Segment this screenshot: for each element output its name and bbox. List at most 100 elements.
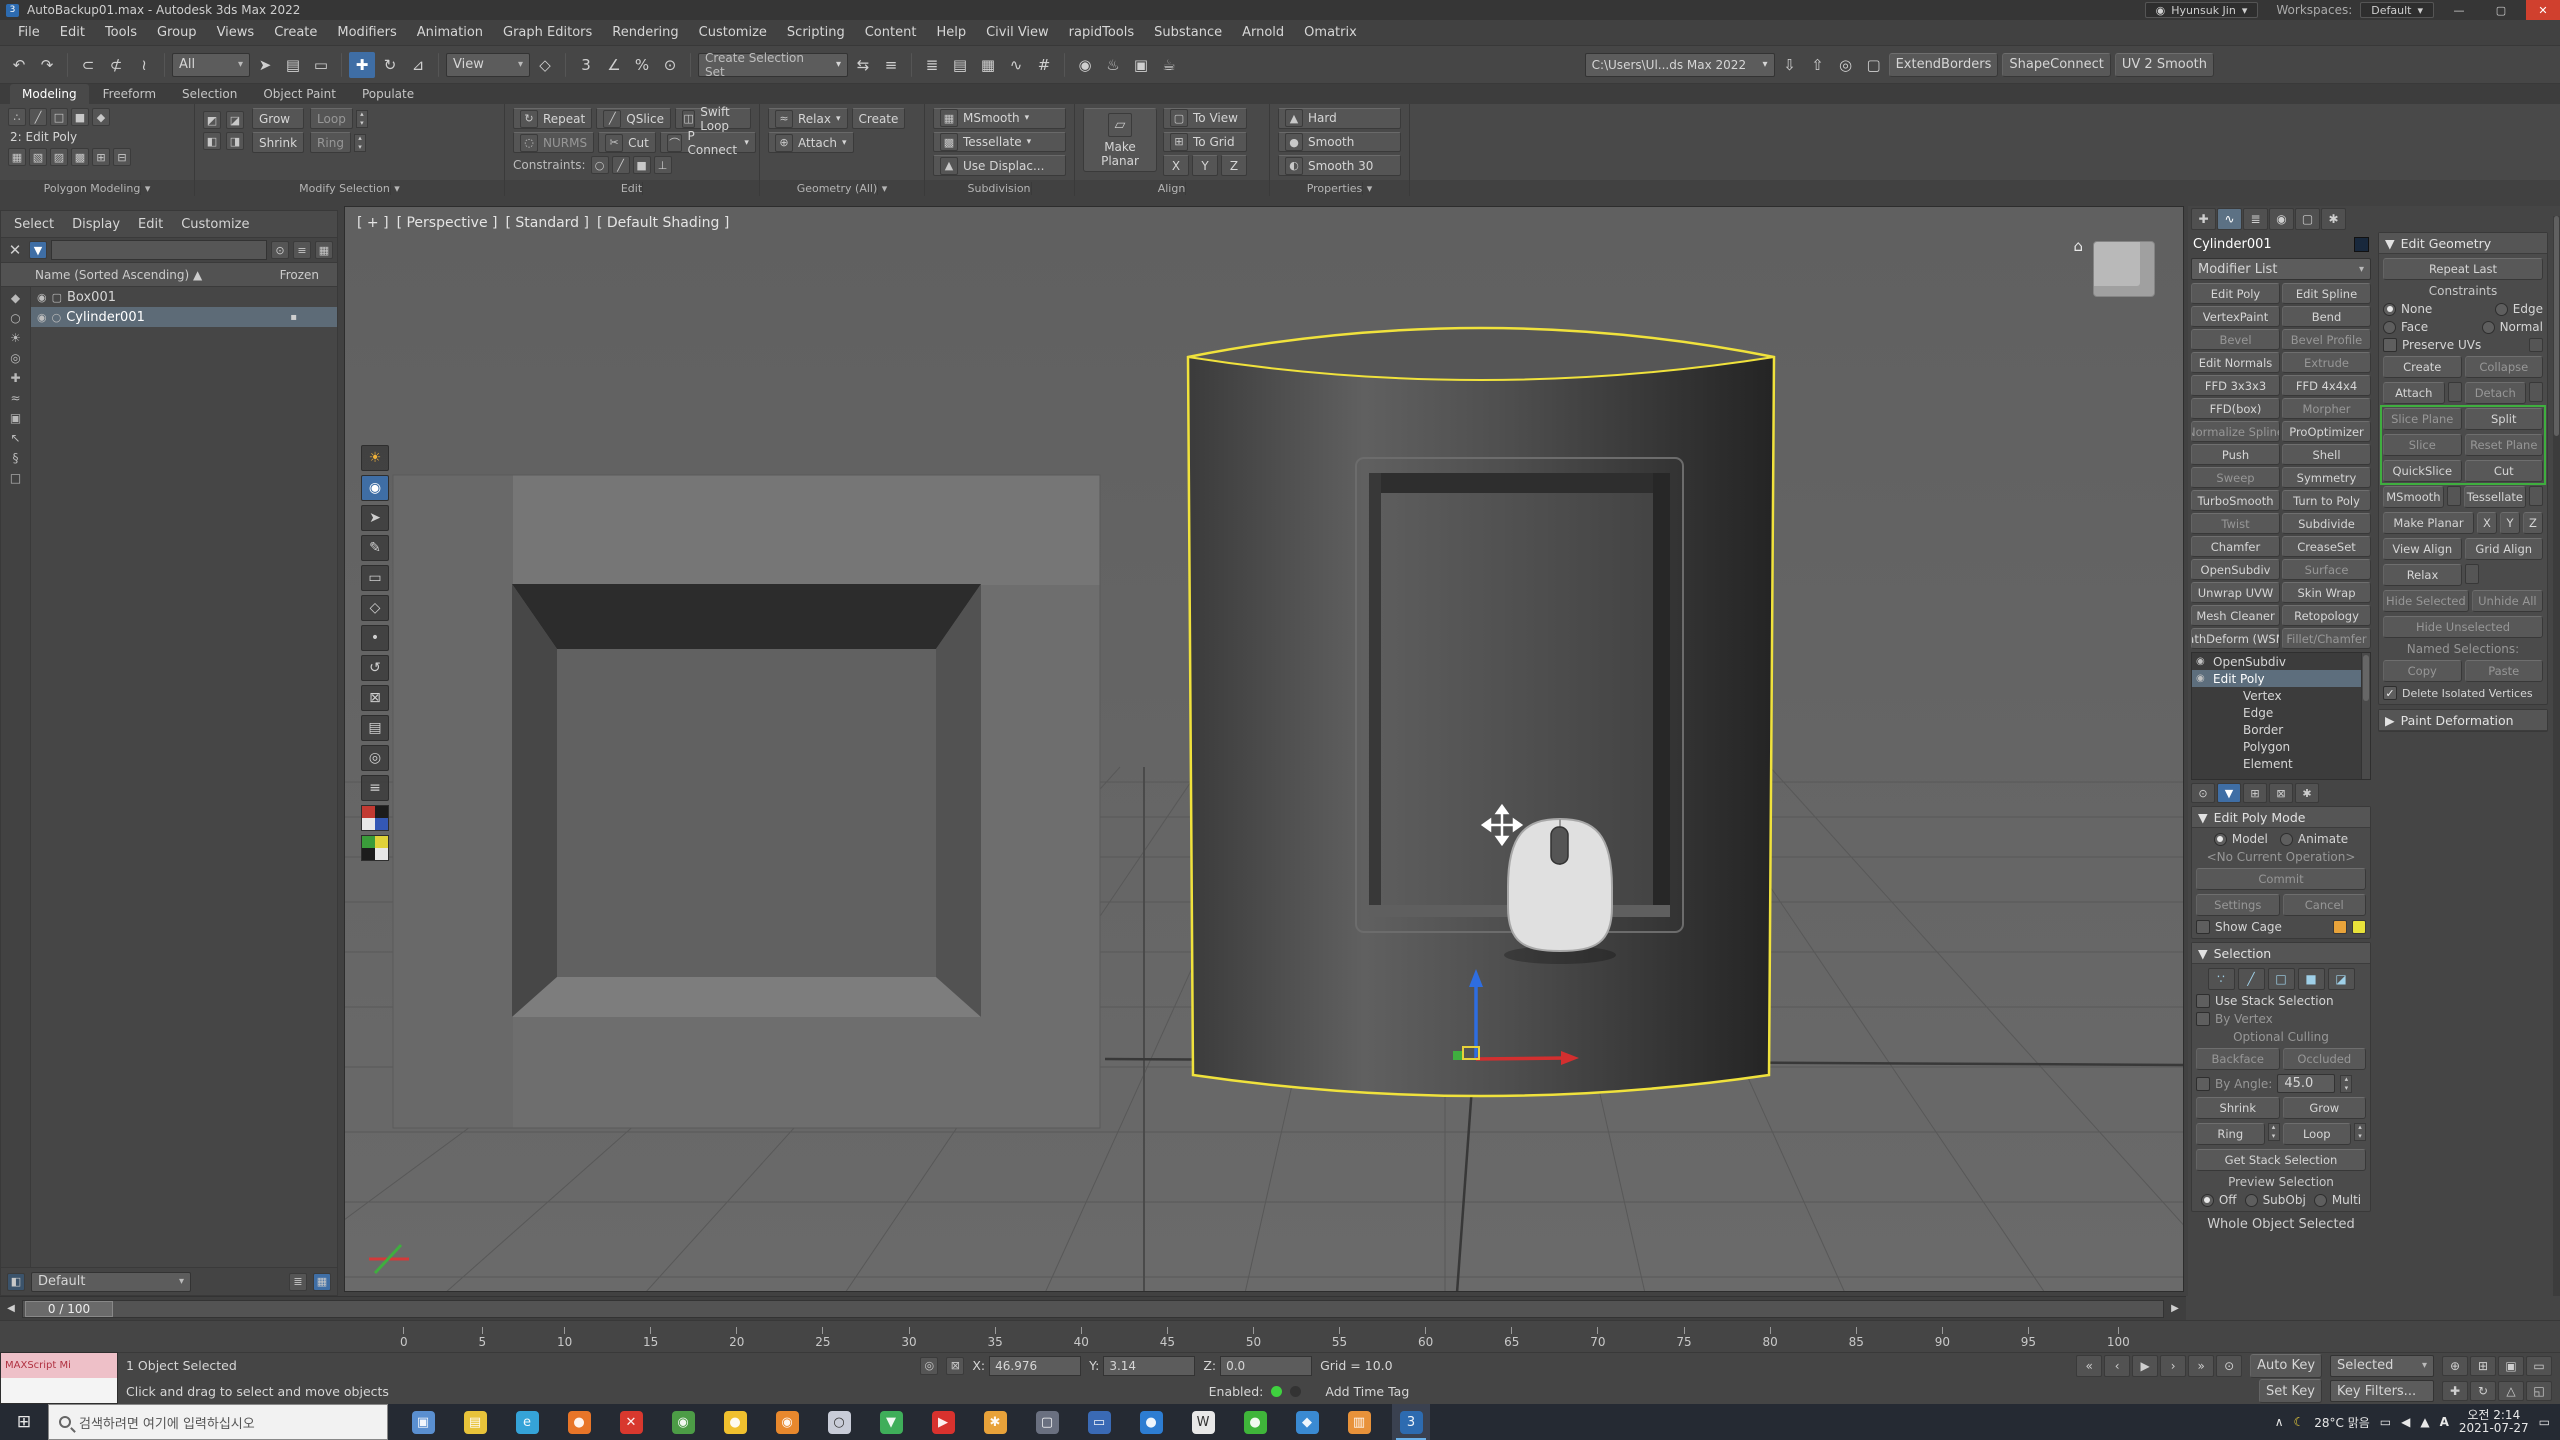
filter-shapes-icon[interactable]: ○ <box>6 309 26 327</box>
display-tab-icon[interactable]: ▢ <box>2295 208 2320 230</box>
tessellate-settings-box[interactable] <box>2529 486 2543 506</box>
next-frame-icon[interactable]: › <box>2160 1355 2186 1377</box>
key-mode-toggle-icon[interactable]: ⊙ <box>2216 1355 2242 1377</box>
selection-lock-icon[interactable]: ⊠ <box>946 1357 964 1375</box>
taskbar-app-yellow-circle[interactable]: ● <box>716 1404 754 1440</box>
display-icon[interactable]: ▢ <box>1861 52 1887 78</box>
taskbar-clock[interactable]: 오전 2:14 2021-07-27 <box>2459 1409 2529 1435</box>
taskbar-app-green-circle[interactable]: ● <box>1236 1404 1274 1440</box>
vertex-subobject-icon[interactable]: ∵ <box>2208 968 2235 990</box>
use-stack-selection-checkbox[interactable] <box>2196 994 2210 1008</box>
paste-selection-button[interactable]: Paste <box>2465 660 2544 682</box>
hide-selected-button[interactable]: Hide Selected <box>2383 590 2469 612</box>
settings-button[interactable]: Settings <box>2196 894 2280 916</box>
filter-funnel-icon[interactable]: ▼ <box>29 241 47 259</box>
render-icon[interactable]: ☕ <box>1156 52 1182 78</box>
taskbar-app-orange-flower[interactable]: ✱ <box>976 1404 1014 1440</box>
pm-tool-icon-2[interactable]: ▧ <box>29 148 47 166</box>
enabled-green-dot[interactable] <box>1271 1386 1282 1397</box>
ribbon-toggle-icon[interactable]: ▦ <box>975 52 1001 78</box>
loop-button[interactable]: Loop <box>310 108 353 129</box>
taskbar-app-youtube[interactable]: ▶ <box>924 1404 962 1440</box>
menu-item[interactable]: Content <box>855 20 927 46</box>
modifier-button[interactable]: Edit Normals <box>2191 352 2280 373</box>
hierarchy-tab-icon[interactable]: ≣ <box>2243 208 2268 230</box>
object-color-swatch[interactable] <box>2354 237 2369 252</box>
filter-lights-icon[interactable]: ☀ <box>6 329 26 347</box>
msmooth-settings-box[interactable] <box>2447 486 2461 506</box>
menu-item[interactable]: Graph Editors <box>493 20 602 46</box>
vp-eye-icon[interactable]: ◉ <box>361 475 389 501</box>
curve-editor-icon[interactable]: ∿ <box>1003 52 1029 78</box>
preview-multi-radio[interactable]: Multi <box>2314 1193 2361 1207</box>
explorer-object-row[interactable]: ◉ ▢ Box001 <box>31 287 337 307</box>
modifier-button[interactable]: Bevel <box>2191 329 2280 350</box>
command-panel-scrollbar[interactable] <box>2553 216 2560 1296</box>
taskbar-app-orange-swirl[interactable]: ◉ <box>768 1404 806 1440</box>
nurms-button[interactable]: ◌NURMS <box>513 132 594 153</box>
modifier-button[interactable]: VertexPaint <box>2191 306 2280 327</box>
create-tab-icon[interactable]: ✚ <box>2191 208 2216 230</box>
selection-header[interactable]: ▼Selection <box>2192 943 2370 964</box>
shrink-selection-button[interactable]: Shrink <box>2196 1097 2280 1119</box>
menu-item[interactable]: Scripting <box>777 20 855 46</box>
modifier-stack-row[interactable]: Edge <box>2192 704 2370 721</box>
enabled-dark-dot[interactable] <box>1290 1386 1301 1397</box>
modifier-stack-row[interactable]: ◉ OpenSubdiv <box>2192 653 2370 670</box>
modifier-button[interactable]: Unwrap UVW <box>2191 582 2280 603</box>
timeline-left-arrow[interactable]: ◀ <box>2 1300 20 1318</box>
relax-settings-box[interactable] <box>2465 564 2479 584</box>
grid-align-button[interactable]: Grid Align <box>2465 538 2544 560</box>
pm-tool-icon-1[interactable]: ▦ <box>8 148 26 166</box>
align-axis-button[interactable]: X <box>1163 155 1189 176</box>
go-to-start-icon[interactable]: « <box>2076 1355 2102 1377</box>
modifier-button[interactable]: Edit Spline <box>2282 283 2371 304</box>
split-button[interactable]: Split <box>2465 408 2544 430</box>
menu-item[interactable]: Help <box>926 20 976 46</box>
vp-point-icon[interactable]: • <box>361 625 389 651</box>
polygon-mode-icon[interactable]: ■ <box>71 108 89 126</box>
select-move-icon[interactable]: ✚ <box>349 52 375 78</box>
polygon-modeling-footer[interactable]: Polygon Modeling ▾ <box>0 180 195 196</box>
menu-item[interactable]: Customize <box>689 20 777 46</box>
make-unique-icon[interactable]: ⊞ <box>2243 783 2267 803</box>
pm-tool-icon-4[interactable]: ▩ <box>71 148 89 166</box>
filter-cameras-icon[interactable]: ◎ <box>6 349 26 367</box>
ms-tool-icon-4[interactable]: ◨ <box>226 132 244 150</box>
taskbar-app-edge[interactable]: e <box>508 1404 546 1440</box>
ribbon-tab[interactable]: Modeling <box>10 84 89 104</box>
snaps-toggle-icon[interactable]: 3 <box>573 52 599 78</box>
pm-tool-icon-5[interactable]: ⊞ <box>92 148 110 166</box>
unlink-icon[interactable]: ⊄ <box>103 52 129 78</box>
swift-loop-button[interactable]: ◫Swift Loop <box>675 108 751 129</box>
viewport-menu-segment[interactable]: [ + ] <box>357 215 389 231</box>
project-folder-dropdown[interactable]: C:\Users\Ul...ds Max 2022▾ <box>1585 53 1775 77</box>
edit-poly-mode-header[interactable]: ▼Edit Poly Mode <box>2192 807 2370 828</box>
perspective-viewport[interactable]: [ + ][ Perspective ][ Standard ][ Defaul… <box>344 206 2184 1292</box>
by-angle-checkbox[interactable] <box>2196 1077 2210 1091</box>
active-layer-dropdown[interactable]: Default▾ <box>31 1272 191 1292</box>
modifier-button[interactable]: Skin Wrap <box>2282 582 2371 603</box>
to-grid-button[interactable]: ⊞To Grid <box>1163 132 1247 153</box>
model-radio[interactable]: Model <box>2214 832 2268 846</box>
unhide-all-button[interactable]: Unhide All <box>2472 590 2543 612</box>
edit-geometry-header[interactable]: ▼Edit Geometry <box>2379 233 2547 254</box>
vp-erase-icon[interactable]: ⊠ <box>361 685 389 711</box>
clear-search-icon[interactable]: ✕ <box>5 240 25 260</box>
grow-button[interactable]: Grow <box>252 108 304 129</box>
hide-unselected-button[interactable]: Hide Unselected <box>2383 616 2543 638</box>
menu-item[interactable]: Substance <box>1144 20 1232 46</box>
select-link-icon[interactable]: ⊂ <box>75 52 101 78</box>
constraint-face-radio[interactable]: Face <box>2383 320 2428 334</box>
planar-axis-button[interactable]: X <box>2477 512 2497 534</box>
vp-rect-icon[interactable]: ▭ <box>361 565 389 591</box>
attach-button[interactable]: ⊕Attach▾ <box>768 132 854 153</box>
ring-selection-spinner[interactable]: ▴▾ <box>2268 1123 2280 1141</box>
taskbar-app-blue-diamond[interactable]: ◆ <box>1288 1404 1326 1440</box>
mirror-icon[interactable]: ⇆ <box>850 52 876 78</box>
constraint-edge-radio[interactable]: Edge <box>2495 302 2543 316</box>
occluded-button[interactable]: Occluded <box>2283 1048 2367 1070</box>
modifier-stack-row[interactable]: Polygon <box>2192 738 2370 755</box>
collapse-button[interactable]: Collapse <box>2465 356 2544 378</box>
stack-scrollbar[interactable] <box>2361 653 2370 779</box>
